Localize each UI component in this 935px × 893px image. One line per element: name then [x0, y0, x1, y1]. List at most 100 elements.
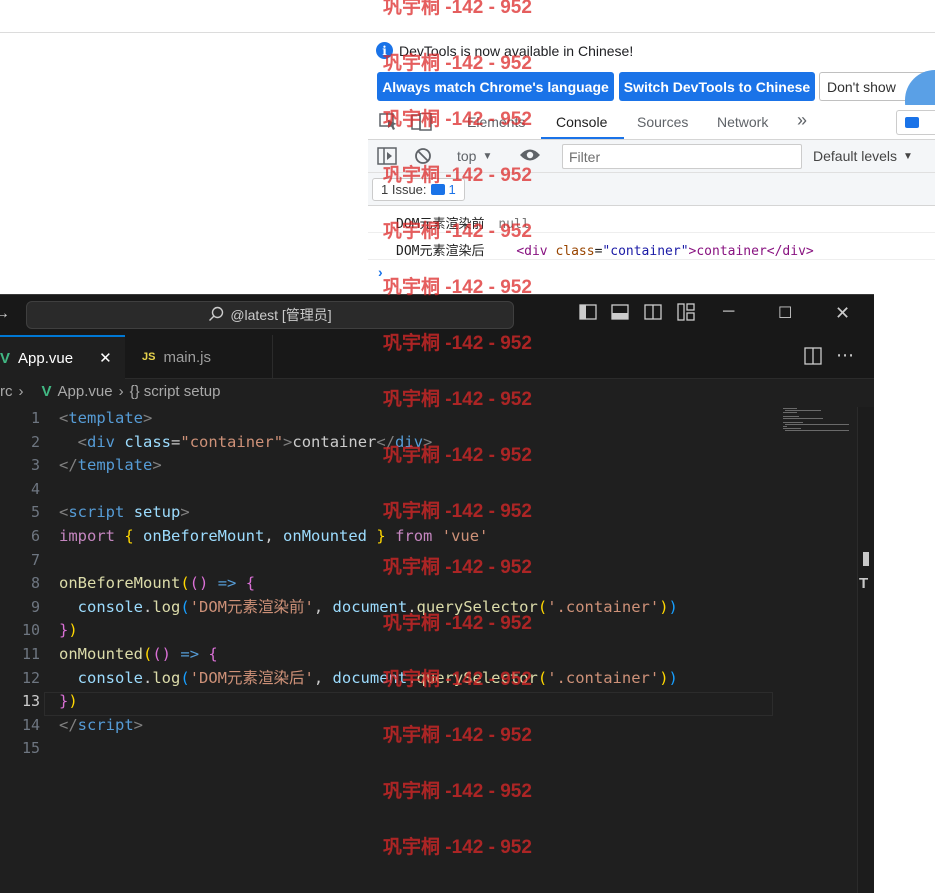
issues-button[interactable]: 1 Issue: 1 — [372, 178, 465, 201]
log-message: DOM元素渲染后 — [396, 244, 485, 259]
line-number: 9 — [30, 597, 40, 616]
issues-count: 1 — [448, 182, 456, 197]
code-line[interactable]: console.log('DOM元素渲染后', document.querySe… — [59, 667, 678, 691]
breadcrumb-folder[interactable]: rc — [0, 383, 13, 400]
line-number: 2 — [30, 432, 40, 451]
tab-sources[interactable]: Sources — [637, 114, 688, 130]
line-number: 6 — [30, 526, 40, 545]
code-line[interactable] — [59, 737, 678, 761]
code-line[interactable]: </template> — [59, 454, 678, 478]
line-number: 3 — [30, 456, 40, 475]
tab-label: App.vue — [18, 349, 74, 367]
close-window-icon[interactable]: ✕ — [835, 303, 850, 324]
device-toolbar-icon[interactable] — [411, 112, 433, 136]
log-node-open: <div — [516, 244, 556, 259]
switch-to-chinese-button[interactable]: Switch DevTools to Chinese — [619, 72, 815, 101]
maximize-icon[interactable]: ☐ — [778, 303, 792, 323]
tab-console[interactable]: Console — [556, 114, 607, 130]
line-number-gutter: 1 2 3 4 5 6 7 8 9 10 11 12 13 14 15 — [0, 407, 40, 761]
log-node-content: >container</div> — [688, 244, 814, 259]
clear-console-icon[interactable] — [414, 147, 432, 170]
back-arrow-icon[interactable]: → — [0, 305, 10, 323]
breadcrumb-symbol[interactable]: {} script setup — [130, 383, 221, 400]
line-number: 12 — [21, 668, 40, 687]
context-selector[interactable]: top ▼ — [457, 148, 492, 166]
tab-main-js[interactable]: JS main.js — [130, 335, 273, 379]
log-levels-label: Default levels — [813, 148, 898, 164]
command-center-label: @latest [管理员] — [230, 307, 332, 323]
code-line[interactable]: onMounted(() => { — [59, 643, 678, 667]
command-center[interactable]: @latest [管理员] — [26, 301, 514, 329]
console-log-row[interactable]: DOM元素渲染前 null — [368, 207, 935, 233]
title-bar: → @latest [管理员] ─ ☐ ✕ — [0, 295, 874, 335]
line-number: 7 — [30, 550, 40, 569]
line-number-current: 13 — [21, 692, 40, 711]
console-filter-input[interactable]: Filter — [562, 144, 802, 169]
line-number: 14 — [21, 715, 40, 734]
code-line[interactable]: onBeforeMount(() => { — [59, 572, 678, 596]
code-line[interactable]: <div class="container">container</div> — [59, 431, 678, 455]
customize-layout-icon[interactable] — [677, 303, 695, 326]
code-line[interactable]: }) — [59, 690, 678, 714]
code-line[interactable]: console.log('DOM元素渲染前', document.querySe… — [59, 596, 678, 620]
log-node-value: "container" — [602, 244, 689, 259]
vue-file-icon: V — [41, 383, 52, 400]
issues-shortcut-button[interactable] — [896, 110, 935, 135]
toggle-primary-sidebar-icon[interactable] — [579, 303, 597, 326]
log-message: DOM元素渲染前 — [396, 217, 485, 232]
dropdown-arrow-icon: ▼ — [482, 151, 493, 162]
vue-file-icon: V — [0, 349, 11, 367]
console-log-row[interactable]: DOM元素渲染后 <div class="container">containe… — [368, 234, 935, 260]
code-editor[interactable]: <template> <div class="container">contai… — [59, 407, 678, 761]
always-match-language-button[interactable]: Always match Chrome's language — [377, 72, 614, 101]
code-line[interactable] — [59, 549, 678, 573]
dropdown-arrow-icon: ▼ — [903, 151, 913, 162]
code-line[interactable]: import { onBeforeMount, onMounted } from… — [59, 525, 678, 549]
active-tab-indicator — [541, 137, 624, 139]
live-expression-eye-icon[interactable] — [519, 147, 541, 168]
divider — [0, 32, 935, 33]
log-value: null — [498, 217, 530, 232]
line-number: 1 — [30, 409, 40, 427]
toggle-panel-icon[interactable] — [611, 303, 629, 326]
scrollbar-thumb[interactable] — [863, 552, 869, 566]
minimap[interactable] — [782, 407, 852, 433]
toggle-secondary-sidebar-icon[interactable] — [644, 303, 662, 326]
issues-label: 1 Issue: — [381, 182, 427, 197]
code-line[interactable] — [59, 478, 678, 502]
vertical-scrollbar[interactable]: T — [857, 407, 874, 893]
code-line[interactable]: <script setup> — [59, 501, 678, 525]
breadcrumb: rc › V App.vue › {} script setup — [0, 383, 220, 400]
line-number: 15 — [21, 739, 40, 758]
tab-label: main.js — [163, 348, 211, 366]
message-icon — [905, 117, 919, 128]
line-number: 4 — [30, 479, 40, 498]
breadcrumb-file[interactable]: App.vue — [58, 383, 113, 400]
close-tab-icon[interactable]: ✕ — [99, 349, 112, 367]
tab-network[interactable]: Network — [717, 114, 768, 130]
code-line[interactable]: <template> — [59, 407, 678, 431]
vscode-window: → @latest [管理员] ─ ☐ ✕ V App.vue ✕ JS mai… — [0, 294, 874, 893]
line-number: 8 — [30, 574, 40, 593]
language-notice-text: DevTools is now available in Chinese! — [399, 42, 634, 59]
more-actions-icon[interactable]: ⋯ — [836, 345, 854, 366]
tab-app-vue[interactable]: V App.vue ✕ — [0, 335, 125, 379]
info-icon: i — [376, 42, 393, 59]
chevron-right-icon: › — [118, 383, 124, 400]
line-number: 11 — [21, 644, 40, 663]
editor-tabbar: V App.vue ✕ JS main.js ⋯ — [0, 335, 874, 379]
inspect-element-icon[interactable] — [379, 113, 399, 136]
log-levels-dropdown[interactable]: Default levels ▼ — [813, 148, 913, 166]
search-icon — [208, 306, 224, 325]
context-label: top — [457, 148, 477, 164]
chevron-right-icon: › — [18, 383, 24, 400]
console-prompt-icon[interactable]: › — [378, 264, 383, 280]
split-editor-icon[interactable] — [804, 347, 822, 370]
minimize-icon[interactable]: ─ — [723, 303, 734, 321]
log-node-attr: class — [555, 244, 595, 259]
more-tabs-icon[interactable]: » — [797, 110, 807, 131]
code-line[interactable]: </script> — [59, 714, 678, 738]
sidebar-toggle-icon[interactable] — [377, 147, 397, 170]
code-line[interactable]: }) — [59, 619, 678, 643]
tab-elements[interactable]: Elements — [467, 114, 525, 130]
